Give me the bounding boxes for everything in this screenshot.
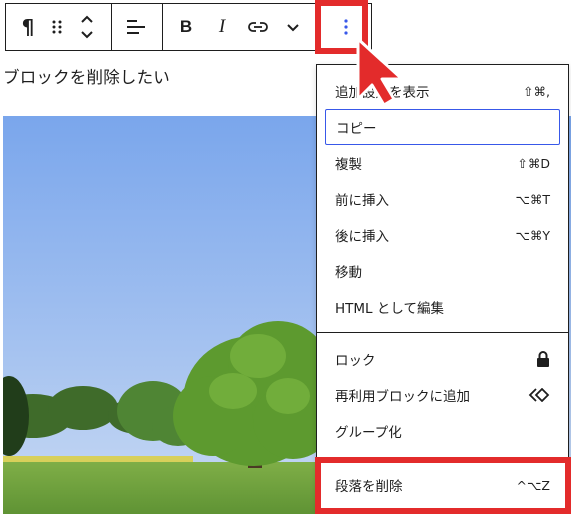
block-toolbar: ¶ B I <box>5 3 372 51</box>
link-button[interactable] <box>242 4 274 50</box>
menu-item-insert-before[interactable]: 前に挿入 ⌥⌘T <box>325 181 560 217</box>
shortcut-label: ⌥⌘T <box>515 191 550 207</box>
align-button[interactable] <box>116 4 156 50</box>
move-up-down-button[interactable] <box>72 4 102 50</box>
paragraph-icon: ¶ <box>21 15 35 39</box>
paragraph-block-button[interactable]: ¶ <box>10 4 46 50</box>
menu-item-show-more-settings[interactable]: 追加設定を表示 ⇧⌘, <box>325 73 560 109</box>
italic-button[interactable]: I <box>208 4 236 50</box>
drag-handle-icon <box>52 20 62 34</box>
more-rich-text-button[interactable] <box>278 4 308 50</box>
menu-item-group[interactable]: グループ化 <box>325 413 560 449</box>
move-up-down-icon <box>81 15 93 39</box>
bold-icon: B <box>179 17 193 36</box>
block-options-menu: 追加設定を表示 ⇧⌘, コピー 複製 ⇧⌘D 前に挿入 ⌥⌘T 後に挿入 ⌥⌘Y… <box>316 64 569 512</box>
menu-item-remove-block[interactable]: 段落を削除 ^⌥Z <box>325 467 560 503</box>
drag-handle[interactable] <box>46 4 68 50</box>
more-options-icon <box>344 19 348 35</box>
shortcut-label: ⌥⌘Y <box>515 227 550 243</box>
italic-icon: I <box>218 16 226 37</box>
paragraph-block[interactable]: ブロックを削除したい <box>3 64 170 88</box>
menu-item-edit-as-html[interactable]: HTML として編集 <box>325 289 560 325</box>
shortcut-label: ⇧⌘D <box>517 155 550 171</box>
reusable-block-icon <box>528 388 550 402</box>
menu-item-move[interactable]: 移動 <box>325 253 560 289</box>
options-button[interactable] <box>326 4 366 50</box>
shortcut-label: ^⌥Z <box>516 477 550 493</box>
chevron-down-icon <box>287 24 299 32</box>
menu-item-lock[interactable]: ロック <box>325 341 560 377</box>
menu-divider <box>317 458 568 459</box>
menu-item-duplicate[interactable]: 複製 ⇧⌘D <box>325 145 560 181</box>
shortcut-label: ⇧⌘, <box>523 83 550 99</box>
link-icon <box>248 22 268 32</box>
menu-divider <box>317 332 568 333</box>
bold-button[interactable]: B <box>172 4 200 50</box>
align-left-icon <box>127 20 145 34</box>
lock-icon <box>537 351 549 367</box>
menu-item-insert-after[interactable]: 後に挿入 ⌥⌘Y <box>325 217 560 253</box>
menu-item-add-to-reusable[interactable]: 再利用ブロックに追加 <box>325 377 560 413</box>
menu-item-copy[interactable]: コピー <box>325 109 560 145</box>
